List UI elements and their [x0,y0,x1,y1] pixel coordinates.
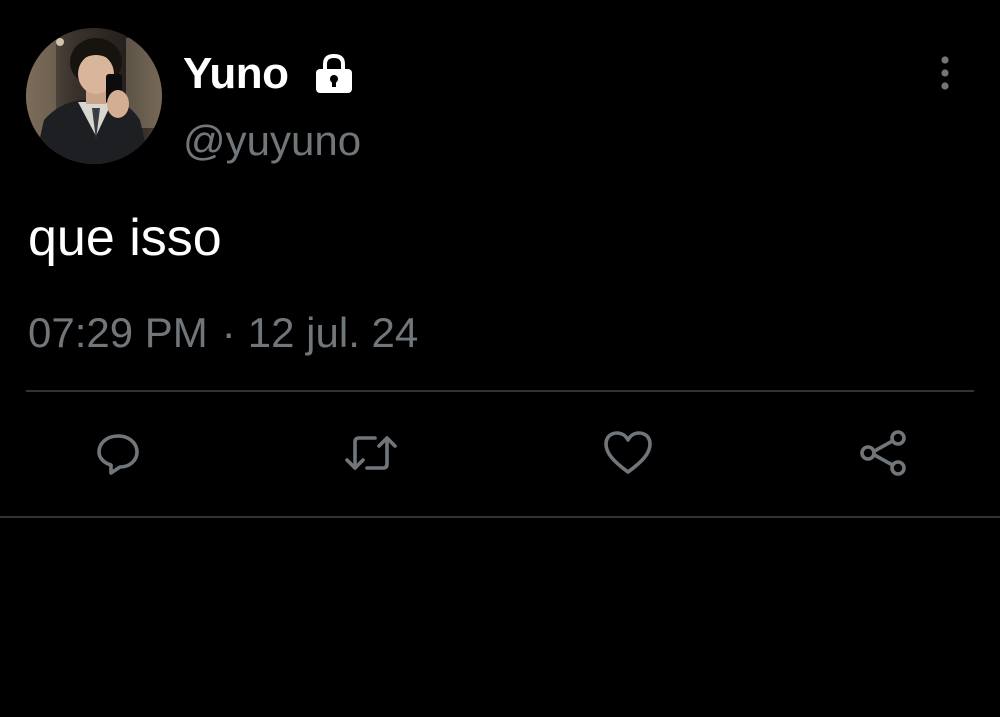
timestamp-separator: · [221,309,236,356]
more-options-button[interactable] [928,52,962,94]
lock-icon [311,51,357,97]
tweet-bottom-divider [0,516,1000,518]
like-button[interactable] [595,420,661,486]
tweet-text: que isso [28,209,222,267]
tweet-time: 07:29 PM [28,309,208,356]
tweet-date: 12 jul. 24 [247,309,419,356]
more-vertical-icon [941,56,949,90]
retweet-button[interactable] [338,420,404,486]
author-name-row: Yuno [183,46,357,102]
action-bar [0,420,1000,486]
heart-icon [604,431,652,474]
retweet-icon [345,436,397,470]
display-name[interactable]: Yuno [183,52,289,96]
avatar[interactable] [26,28,162,164]
reply-button[interactable] [85,420,151,486]
share-button[interactable] [850,420,916,486]
user-handle[interactable]: @yuyuno [183,120,361,162]
tweet-timestamp[interactable]: 07:29 PM · 12 jul. 24 [28,312,418,354]
avatar-photo [26,28,162,164]
tweet-card[interactable]: Yuno @yuyuno que isso 07:29 PM · 12 jul.… [0,0,1000,519]
divider [26,390,974,392]
speech-bubble-icon [97,434,139,475]
share-icon [860,430,906,476]
